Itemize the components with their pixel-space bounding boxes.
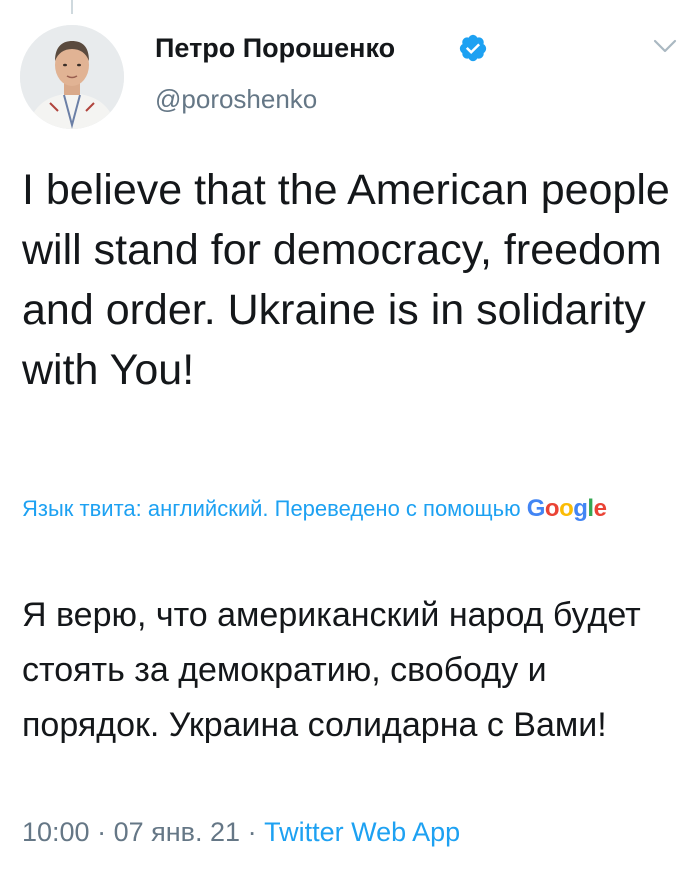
verified-badge-icon: [459, 34, 487, 62]
chevron-down-icon[interactable]: [652, 36, 678, 56]
translation-note-label: Язык твита: английский. Переведено с пом…: [22, 496, 521, 521]
tweet-text: I believe that the American people will …: [22, 166, 670, 394]
translation-note[interactable]: Язык твита: английский. Переведено с пом…: [22, 488, 622, 529]
author-display-name[interactable]: Петро Порошенко: [155, 32, 395, 64]
tweet-source[interactable]: Twitter Web App: [264, 817, 460, 847]
meta-separator: ·: [247, 817, 257, 847]
translated-tweet-text: Я верю, что американский народ будет сто…: [22, 596, 641, 744]
tweet-meta: 10:00 · 07 янв. 21 · Twitter Web App: [22, 815, 460, 849]
tweet-date[interactable]: 07 янв. 21: [114, 817, 240, 847]
avatar[interactable]: [20, 25, 124, 129]
avatar-photo: [20, 25, 124, 129]
tweet-time[interactable]: 10:00: [22, 817, 90, 847]
thread-connector-line: [71, 0, 73, 14]
google-logo: Google: [526, 495, 607, 522]
meta-separator: ·: [97, 817, 107, 847]
author-handle[interactable]: @poroshenko: [155, 84, 317, 114]
